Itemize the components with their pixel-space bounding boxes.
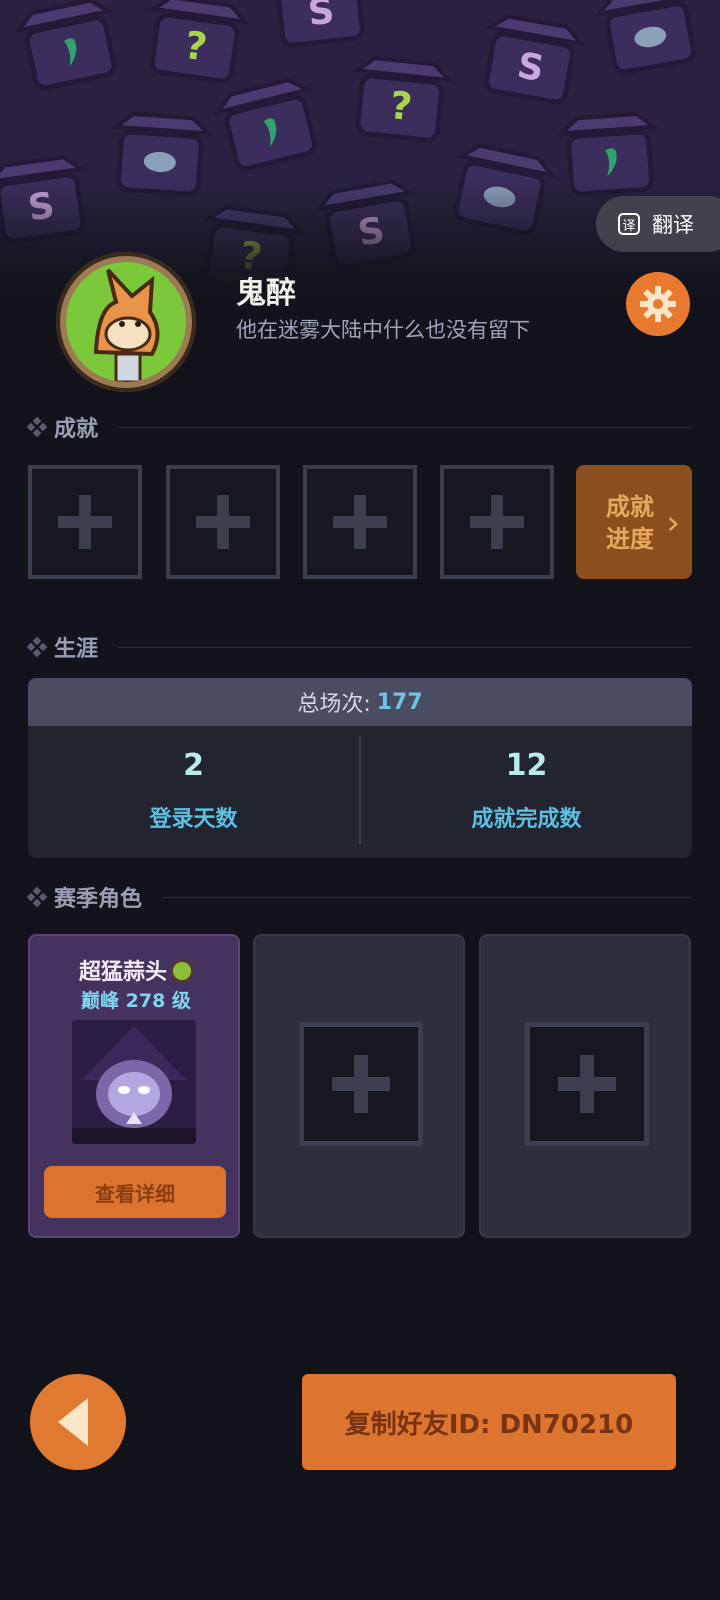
settings-button[interactable] [626, 272, 690, 336]
diamond-icon [26, 636, 48, 658]
achievements-done-stat: 12 成就完成数 [361, 748, 692, 833]
plus-icon [58, 495, 112, 549]
character-level: 巅峰 278 级 [81, 990, 191, 1012]
plus-icon [470, 495, 524, 549]
translate-label: 翻译 [652, 213, 694, 237]
fox-avatar-icon [66, 262, 186, 382]
back-arrow-icon [58, 1398, 88, 1446]
achievements-header: 成就 [26, 412, 692, 442]
achievement-progress-button[interactable]: 成就 进度 › [576, 465, 692, 579]
player-bio: 他在迷雾大陆中什么也没有留下 [236, 318, 530, 342]
achievements-done-label: 成就完成数 [471, 807, 582, 832]
career-panel: 总场次: 177 2 登录天数 12 成就完成数 [28, 678, 692, 858]
character-portrait [72, 1020, 196, 1144]
career-title: 生涯 [54, 637, 99, 662]
character-name-row: 超猛蒜头 [30, 954, 242, 986]
kiwi-icon [171, 960, 193, 982]
translate-icon: 译 [618, 213, 640, 235]
character-name: 超猛蒜头 [78, 960, 167, 985]
login-days-value: 2 [183, 748, 204, 783]
translate-button[interactable]: 译 翻译 [596, 196, 720, 252]
empty-character-slot-3[interactable] [479, 934, 691, 1238]
login-days-stat: 2 登录天数 [28, 748, 359, 833]
achievement-slot-2[interactable] [166, 465, 280, 579]
gear-icon [640, 286, 676, 322]
career-header: 生涯 [26, 632, 692, 662]
back-button[interactable] [30, 1374, 126, 1470]
avatar[interactable] [56, 252, 196, 392]
achievement-progress-label: 成就 进度 [606, 493, 654, 553]
svg-text:S: S [306, 0, 336, 34]
player-name: 鬼醉 [236, 276, 296, 311]
total-matches-label: 总场次: [297, 692, 371, 717]
login-days-label: 登录天数 [149, 807, 238, 832]
plus-icon [333, 495, 387, 549]
chevron-right-icon: › [666, 503, 680, 543]
diamond-icon [26, 886, 48, 908]
svg-text:?: ? [388, 83, 415, 129]
diamond-icon [26, 416, 48, 438]
total-matches-value: 177 [376, 689, 423, 715]
achievement-slot-4[interactable] [440, 465, 554, 579]
achievements-title: 成就 [54, 417, 99, 442]
season-title: 赛季角色 [54, 887, 143, 912]
total-matches-row: 总场次: 177 [28, 678, 692, 726]
achievements-done-value: 12 [505, 748, 548, 783]
plus-icon [558, 1055, 616, 1113]
achievement-slot-3[interactable] [303, 465, 417, 579]
empty-character-slot-2[interactable] [253, 934, 465, 1238]
season-character-card[interactable]: 超猛蒜头 巅峰 278 级 查看详细 [28, 934, 240, 1238]
view-detail-button[interactable]: 查看详细 [44, 1166, 226, 1218]
plus-icon [332, 1055, 390, 1113]
copy-friend-id-button[interactable]: 复制好友ID: DN70210 [302, 1374, 676, 1470]
season-header: 赛季角色 [26, 882, 692, 912]
plus-icon [196, 495, 250, 549]
achievement-slot-1[interactable] [28, 465, 142, 579]
